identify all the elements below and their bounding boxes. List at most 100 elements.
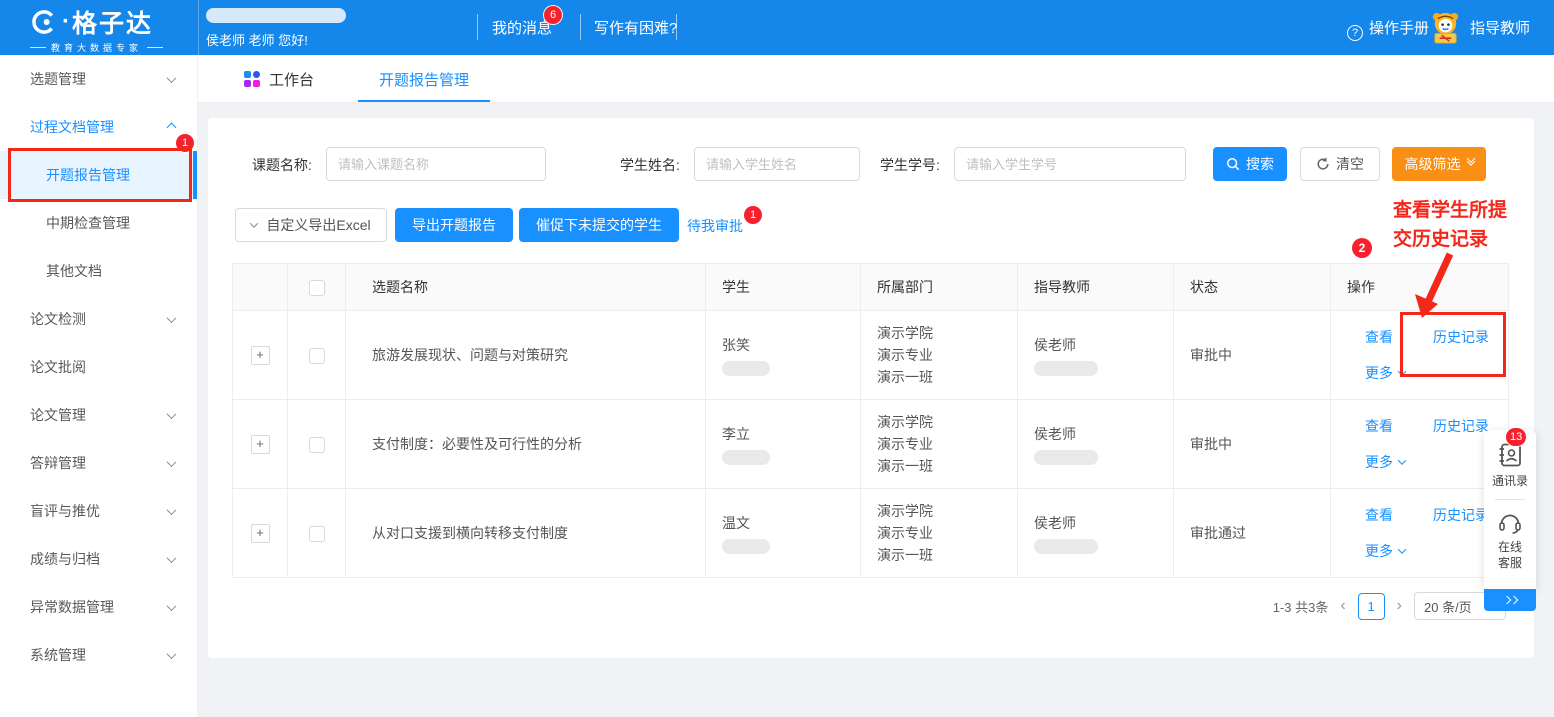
writing-help-link[interactable]: 写作有困难? [594, 17, 677, 38]
brand-logo[interactable]: · 格子达 教育大数据专家 [30, 6, 180, 54]
contacts-icon[interactable] [1497, 442, 1523, 468]
tab-workbench[interactable]: 工作台 [244, 55, 314, 103]
user-info: 侯老师 老师 您好! [206, 8, 346, 49]
search-label: 搜索 [1246, 154, 1274, 174]
chevron-down-icon [250, 219, 258, 227]
sidebar-item-label: 过程文档管理 [0, 117, 114, 137]
header-divider [580, 14, 581, 40]
sidebar-item-paper-review[interactable]: 论文批阅 [0, 343, 197, 391]
custom-export-excel-button[interactable]: 自定义导出Excel [235, 208, 387, 242]
table-row: + 旅游发展现状、问题与对策研究 张笑 演示学院 演示专业 演示一班 侯老师 审… [233, 311, 1509, 400]
sidebar-item-proposal-report[interactable]: 开题报告管理 [0, 151, 197, 199]
tab-workbench-label: 工作台 [269, 69, 314, 90]
advisor-id-redacted [1034, 361, 1098, 376]
operations-cell: 查看 历史记录 更多 [1331, 311, 1509, 400]
view-link[interactable]: 查看 [1365, 505, 1411, 525]
advisor-name: 侯老师 [1034, 335, 1173, 355]
sidebar-item-abnormal-data[interactable]: 异常数据管理 [0, 583, 197, 631]
more-link[interactable]: 更多 [1365, 452, 1411, 472]
student-cell: 温文 [706, 489, 861, 578]
student-id-redacted [722, 361, 770, 376]
student-id-redacted [722, 450, 770, 465]
department-cell: 演示学院 演示专业 演示一班 [861, 489, 1018, 578]
sidebar-item-label: 开题报告管理 [0, 165, 130, 185]
online-service-label-line2[interactable]: 客服 [1484, 555, 1536, 571]
status-cell: 审批中 [1174, 400, 1331, 489]
dept-class: 演示一班 [877, 366, 1017, 388]
expand-row-button[interactable]: + [251, 524, 270, 543]
student-id-input[interactable] [954, 147, 1186, 181]
row-checkbox[interactable] [309, 526, 325, 542]
export-report-label: 导出开题报告 [412, 215, 496, 235]
history-link[interactable]: 历史记录 [1433, 327, 1508, 347]
prev-page-button[interactable]: ‹ [1338, 597, 1347, 615]
view-link[interactable]: 查看 [1365, 416, 1411, 436]
dept-major: 演示专业 [877, 522, 1017, 544]
select-all-checkbox[interactable] [309, 280, 325, 296]
sidebar-item-process-documents[interactable]: 过程文档管理 [0, 103, 197, 151]
sidebar-item-defense-management[interactable]: 答辩管理 [0, 439, 197, 487]
dept-class: 演示一班 [877, 544, 1017, 566]
contacts-label[interactable]: 通讯录 [1484, 473, 1536, 489]
clear-button[interactable]: 清空 [1300, 147, 1380, 181]
export-proposal-report-button[interactable]: 导出开题报告 [395, 208, 513, 242]
topic-name-label: 课题名称: [252, 155, 312, 175]
row-checkbox[interactable] [309, 348, 325, 364]
sidebar-item-other-documents[interactable]: 其他文档 [0, 247, 197, 295]
my-messages-link[interactable]: 我的消息 [492, 17, 552, 38]
urge-unsubmitted-students-button[interactable]: 催促下未提交的学生 [519, 208, 679, 242]
app-screen: · 格子达 教育大数据专家 侯老师 老师 您好! 我的消息 6 写作有困难? ?… [0, 0, 1554, 717]
topic-name-input[interactable] [326, 147, 546, 181]
urge-label: 催促下未提交的学生 [536, 215, 662, 235]
expand-widget-button[interactable] [1484, 589, 1536, 611]
status-cell: 审批通过 [1174, 489, 1331, 578]
student-name-input[interactable] [694, 147, 860, 181]
advisor-cell: 侯老师 [1018, 489, 1174, 578]
online-service-label-line1[interactable]: 在线 [1484, 539, 1536, 555]
sidebar-item-blind-review[interactable]: 盲评与推优 [0, 487, 197, 535]
more-link[interactable]: 更多 [1365, 363, 1411, 383]
expand-row-button[interactable]: + [251, 346, 270, 365]
sidebar-item-midterm-check[interactable]: 中期检查管理 [0, 199, 197, 247]
headset-icon[interactable] [1497, 510, 1523, 534]
manual-link[interactable]: ?操作手册 [1347, 17, 1429, 41]
page-number-button[interactable]: 1 [1358, 593, 1385, 620]
widget-badge: 13 [1506, 428, 1526, 446]
sidebar-item-label: 异常数据管理 [0, 597, 114, 617]
chevron-up-icon [167, 122, 177, 132]
process-documents-badge: 1 [176, 134, 194, 152]
pending-approval-link[interactable]: 待我审批 [687, 216, 743, 236]
sidebar-item-system-management[interactable]: 系统管理 [0, 631, 197, 679]
tab-proposal-report-management[interactable]: 开题报告管理 [358, 55, 490, 103]
chevron-down-icon [167, 505, 177, 515]
sidebar-item-topic-management[interactable]: 选题管理 [0, 55, 197, 103]
chevron-down-icon [1398, 456, 1406, 464]
student-id-label: 学生学号: [880, 155, 940, 175]
dept-major: 演示专业 [877, 344, 1017, 366]
row-checkbox[interactable] [309, 437, 325, 453]
advanced-filter-button[interactable]: 高级筛选 [1392, 147, 1486, 181]
chevron-down-icon [167, 601, 177, 611]
export-excel-label: 自定义导出Excel [266, 215, 370, 235]
sidebar-item-paper-management[interactable]: 论文管理 [0, 391, 197, 439]
expand-row-button[interactable]: + [251, 435, 270, 454]
table-row: + 支付制度：必要性及可行性的分析 李立 演示学院 演示专业 演示一班 侯老师 … [233, 400, 1509, 489]
next-page-button[interactable]: › [1395, 597, 1404, 615]
advisor-id-redacted [1034, 450, 1098, 465]
annotation-note-line2: 交历史记录 [1393, 225, 1507, 254]
role-label: 指导教师 [1470, 17, 1530, 38]
sidebar-item-paper-check[interactable]: 论文检测 [0, 295, 197, 343]
view-link[interactable]: 查看 [1365, 327, 1411, 347]
pagination: 1-3 共3条 ‹ 1 › 20 条/页 [1273, 592, 1506, 620]
chevron-down-icon [1398, 367, 1406, 375]
search-button[interactable]: 搜索 [1213, 147, 1287, 181]
more-link[interactable]: 更多 [1365, 541, 1411, 561]
widget-divider [1495, 499, 1525, 500]
dept-class: 演示一班 [877, 455, 1017, 477]
chevron-down-icon [167, 457, 177, 467]
annotation-note-line1: 查看学生所提 [1393, 196, 1507, 225]
advisor-cell: 侯老师 [1018, 400, 1174, 489]
mascot-avatar[interactable] [1428, 10, 1463, 45]
sidebar-item-grades-archive[interactable]: 成绩与归档 [0, 535, 197, 583]
refresh-icon [1316, 157, 1330, 171]
